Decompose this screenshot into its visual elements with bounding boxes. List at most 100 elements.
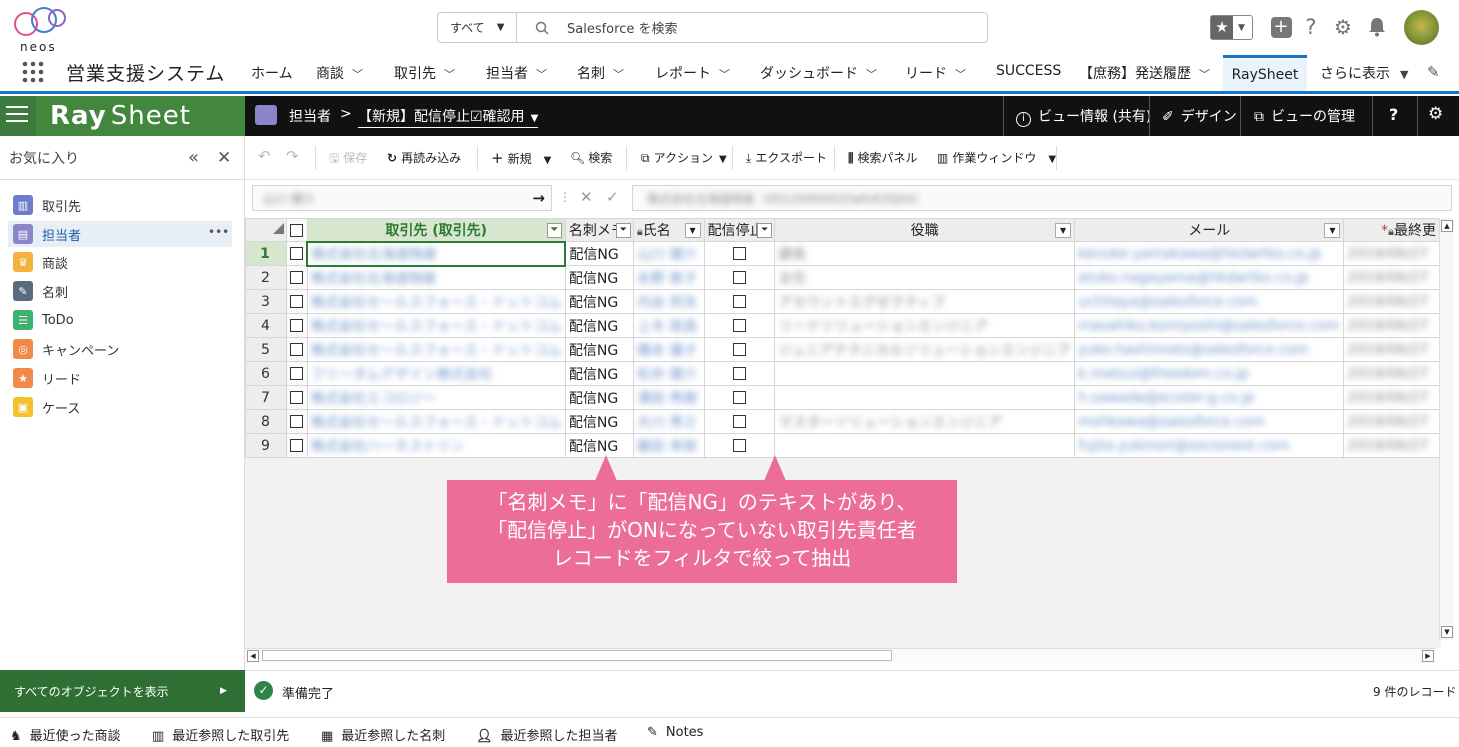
- chevron-down-icon[interactable]: ﹀: [955, 68, 966, 81]
- view-info-button[interactable]: i ビュー情報 (共有): [1016, 106, 1151, 127]
- optout-checkbox[interactable]: [732, 295, 746, 308]
- nav-item-home[interactable]: ホーム: [251, 63, 293, 83]
- cell-card-memo[interactable]: 配信NG: [564, 313, 634, 338]
- optout-checkbox[interactable]: [732, 343, 746, 356]
- cell-email[interactable]: kenuke.yamakawa@hkdartko.co.jp: [1074, 241, 1345, 266]
- chevron-down-icon[interactable]: ▼: [544, 155, 552, 166]
- favorite-item-todo[interactable]: ☰ ToDo: [13, 309, 74, 331]
- chevron-down-icon[interactable]: ﹀: [352, 68, 363, 81]
- nav-item-dashboard[interactable]: ダッシュボード ﹀: [760, 63, 877, 83]
- cell-account[interactable]: フリーダムデザイン株式会社: [306, 361, 566, 386]
- table-row[interactable]: 8 株式会社セールスフォース・ドットコム 配信NG 大川 秀之 マスターソリューションエ…: [245, 409, 1441, 434]
- vertical-scrollbar[interactable]: ▲ ▼: [1439, 218, 1454, 640]
- cell-last-modified[interactable]: 2019/06/27: [1343, 289, 1441, 314]
- favorite-item-account[interactable]: ▥ 取引先: [13, 194, 81, 216]
- row-checkbox[interactable]: [290, 391, 304, 404]
- cell-account[interactable]: 株式会社セールスフォース・ドットコム: [306, 289, 566, 314]
- close-icon[interactable]: ✕: [217, 148, 231, 168]
- cell-last-modified[interactable]: 2019/06/27: [1343, 313, 1441, 338]
- app-launcher-icon[interactable]: [21, 60, 45, 84]
- cell-email[interactable]: atuko.nagayama@hkdartko.co.jp: [1074, 265, 1345, 290]
- formula-bar-input[interactable]: 株式会社北海道物産（0012000002Zwfo63QAA）: [632, 185, 1452, 211]
- utility-notes[interactable]: ✎ Notes: [647, 725, 703, 740]
- contact-name[interactable]: 上木 政昌: [637, 316, 701, 336]
- undo-icon[interactable]: ↶: [258, 147, 271, 165]
- reload-button[interactable]: ↻ 再読み込み: [387, 149, 461, 166]
- scroll-left-icon[interactable]: ◀: [247, 650, 259, 662]
- cell-card-memo[interactable]: 配信NG: [564, 241, 634, 266]
- cell-name[interactable]: 内谷 邦夫: [632, 289, 705, 314]
- view-object-label[interactable]: 担当者: [289, 106, 331, 126]
- row-checkbox[interactable]: [290, 415, 304, 428]
- column-header-email[interactable]: メール ▼: [1074, 218, 1345, 242]
- chevron-down-icon[interactable]: ▼: [1324, 223, 1341, 238]
- row-select-cell[interactable]: [285, 409, 308, 434]
- nav-item-shipping-history[interactable]: 【庶務】発送履歴 ﹀: [1079, 63, 1210, 83]
- account-link[interactable]: 株式会社セールスフォース・ドットコム: [311, 412, 562, 432]
- grid-corner[interactable]: [245, 218, 287, 242]
- table-row[interactable]: 9 株式会社ハーネストリン 配信NG 藤田 幸郎 fujita.yukinori@soc…: [245, 433, 1441, 458]
- save-button[interactable]: 🖫 保存: [329, 149, 367, 170]
- cell-title[interactable]: リードソリューションエンジニア: [774, 313, 1076, 338]
- utility-recent-cards[interactable]: ▦ 最近参照した名刺: [321, 725, 445, 744]
- cell-title[interactable]: [774, 385, 1076, 410]
- table-row[interactable]: 2 株式会社北海道物産 配信NG 永野 敦子 主任 atuko.nagayama@hkda…: [245, 265, 1441, 290]
- email-link[interactable]: atuko.nagayama@hkdartko.co.jp: [1078, 270, 1340, 286]
- cell-email[interactable]: fujita.yukinori@socionext.com: [1074, 433, 1345, 458]
- cell-optout[interactable]: [703, 409, 776, 434]
- cell-card-memo[interactable]: 配信NG: [564, 337, 634, 362]
- favorite-item-card[interactable]: ✎ 名刺: [13, 280, 68, 302]
- cell-title[interactable]: ジュニアテクニカルソリューションエンジニア: [774, 337, 1076, 362]
- cell-last-modified[interactable]: 2019/06/27: [1343, 337, 1441, 362]
- edit-nav-icon[interactable]: ✎: [1427, 63, 1440, 81]
- cell-last-modified[interactable]: 2019/06/27: [1343, 409, 1441, 434]
- row-select-cell[interactable]: [285, 385, 308, 410]
- nav-item-more[interactable]: さらに表示 ▼: [1320, 63, 1408, 83]
- cell-account[interactable]: 株式会社セールスフォース・ドットコム: [306, 409, 566, 434]
- email-link[interactable]: k.matsui@freedom.co.jp: [1078, 366, 1340, 382]
- table-row[interactable]: 7 株式会社エコロジー 配信NG 澤田 秀樹 h.sawada@ecoter-g.co.…: [245, 385, 1441, 410]
- cell-account[interactable]: 株式会社北海道物産: [306, 240, 567, 267]
- table-row[interactable]: 4 株式会社セールスフォース・ドットコム 配信NG 上木 政昌 リードソリューションエン…: [245, 313, 1441, 338]
- redo-icon[interactable]: ↷: [286, 147, 299, 165]
- cell-title[interactable]: [774, 361, 1076, 386]
- utility-recent-opportunities[interactable]: ♞ 最近使った商談: [10, 725, 121, 744]
- cell-card-memo[interactable]: 配信NG: [564, 409, 634, 434]
- scroll-right-icon[interactable]: ▶: [1422, 650, 1434, 662]
- action-button[interactable]: ⧉ アクション ▼: [641, 149, 727, 166]
- email-link[interactable]: uchitaya@salesforce.com: [1078, 294, 1340, 310]
- view-manage-button[interactable]: ⧉ ビューの管理: [1254, 106, 1355, 126]
- cell-last-modified[interactable]: 2019/06/27: [1343, 241, 1441, 266]
- favorite-item-lead[interactable]: ★ リード: [13, 367, 81, 389]
- row-number[interactable]: 1: [245, 241, 287, 266]
- cell-optout[interactable]: [703, 361, 776, 386]
- cell-optout[interactable]: [703, 289, 776, 314]
- search-panel-button[interactable]: ⫼ 検索パネル: [848, 149, 918, 166]
- cell-title[interactable]: 課長: [774, 241, 1076, 266]
- cell-optout[interactable]: [703, 241, 776, 266]
- nav-item-card[interactable]: 名刺 ﹀: [577, 63, 624, 83]
- favorites-star-button[interactable]: ★ ▼: [1210, 15, 1253, 40]
- contact-name[interactable]: 松井 健介: [637, 364, 701, 384]
- row-select-cell[interactable]: [285, 289, 308, 314]
- table-row[interactable]: 3 株式会社セールスフォース・ドットコム 配信NG 内谷 邦夫 アカウントエグゼクティブ…: [245, 289, 1441, 314]
- contact-name[interactable]: 橋本 優子: [637, 340, 701, 360]
- account-link[interactable]: 株式会社セールスフォース・ドットコム: [311, 340, 562, 360]
- column-header-optout[interactable]: 配信停止 ⏷: [703, 218, 776, 242]
- neos-logo[interactable]: neos: [12, 6, 72, 54]
- gear-icon[interactable]: ⚙: [1330, 14, 1356, 40]
- account-link[interactable]: 株式会社ハーネストリン: [311, 436, 562, 456]
- email-link[interactable]: h.sawada@ecoter-g.co.jp: [1078, 390, 1340, 406]
- column-header-account[interactable]: 取引先 (取引先) ⏷: [306, 218, 566, 242]
- scroll-up-icon[interactable]: ▲: [1441, 220, 1453, 232]
- collapse-icon[interactable]: «: [188, 147, 199, 168]
- row-number[interactable]: 2: [245, 265, 287, 290]
- hamburger-menu-icon[interactable]: [6, 104, 30, 126]
- favorite-item-contact[interactable]: ▤ 担当者: [13, 223, 81, 245]
- cell-optout[interactable]: [703, 265, 776, 290]
- contact-name[interactable]: 大川 秀之: [637, 412, 701, 432]
- scroll-down-icon[interactable]: ▼: [1441, 626, 1453, 638]
- settings-gear-icon[interactable]: ⚙: [1428, 104, 1443, 124]
- optout-checkbox[interactable]: [732, 391, 746, 404]
- cell-optout[interactable]: [703, 433, 776, 458]
